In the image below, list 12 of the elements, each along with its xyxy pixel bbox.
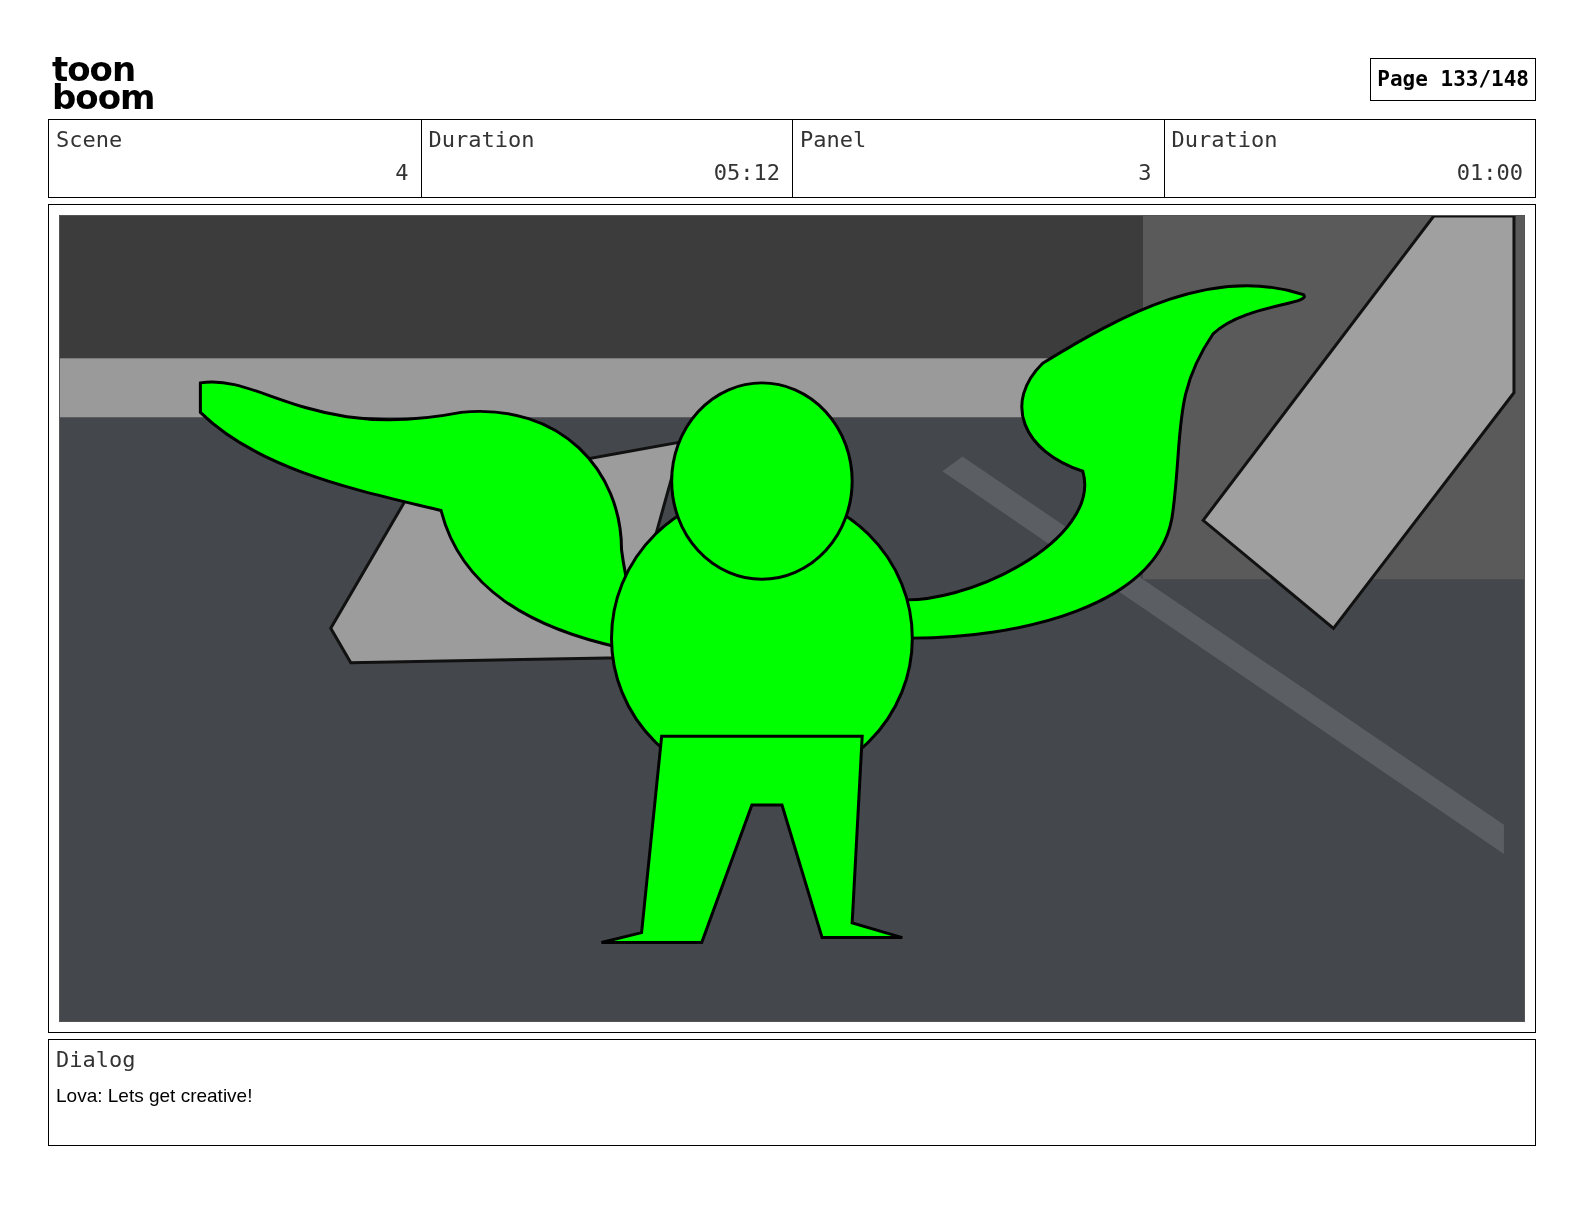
field-label: Duration [1171,126,1278,154]
field-label: Panel [800,126,867,154]
field-label: Duration [428,126,535,154]
dialog-label: Dialog [56,1046,137,1074]
field-value: 01:00 [1456,159,1523,187]
field-value: 3 [1138,159,1152,187]
field-label: Scene [56,126,123,154]
toon-boom-logo: toon boom [52,55,155,111]
field-value: 05:12 [713,159,780,187]
dialog-text: Lova: Lets get creative! [56,1084,254,1108]
field-value: 4 [395,159,409,187]
page-number: Page 133/148 [1370,57,1536,101]
